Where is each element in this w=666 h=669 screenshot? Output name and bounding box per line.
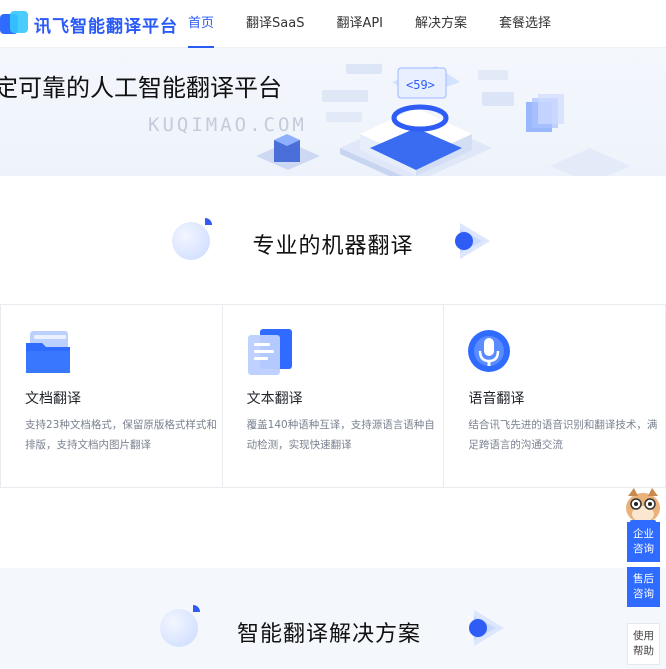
card-description: 结合讯飞先进的语音识别和翻译技术，满足跨语言的沟通交流 — [468, 419, 658, 451]
brand-name: 讯飞智能翻译平台 — [34, 16, 178, 37]
text-pages-icon — [247, 329, 292, 375]
aftersale-consult-button[interactable]: 售后 咨询 — [627, 567, 660, 607]
card-title: 语音翻译 — [468, 391, 525, 407]
top-header: 讯飞智能翻译平台 首页 翻译SaaS 翻译API 解决方案 套餐选择 — [0, 0, 666, 48]
nav-solutions[interactable]: 解决方案 — [415, 0, 467, 48]
section-machine-header: 专业的机器翻译 — [0, 211, 666, 271]
card-title: 文本翻译 — [246, 391, 303, 407]
usage-help-button[interactable]: 使用 帮助 — [627, 623, 660, 665]
nav-api[interactable]: 翻译API — [336, 0, 383, 48]
enterprise-consult-button[interactable]: 企业 咨询 — [627, 522, 660, 562]
card-document-translation[interactable]: 文档翻译 支持23种文档格式，保留原版格式样式和排版，支持文档内图片翻译 — [0, 304, 223, 488]
nav-home[interactable]: 首页 — [188, 0, 215, 48]
decor-play-icon — [469, 610, 504, 646]
enterprise-consult-label: 企业 咨询 — [633, 528, 654, 555]
card-description: 支持23种文档格式，保留原版格式样式和排版，支持文档内图片翻译 — [25, 419, 217, 451]
nav-plans[interactable]: 套餐选择 — [499, 0, 551, 48]
usage-help-label: 使用 帮助 — [633, 630, 654, 657]
card-title: 文档翻译 — [25, 391, 81, 407]
section-solutions-title: 智能翻译解决方案 — [236, 622, 421, 647]
section-solutions: 智能翻译解决方案 — [0, 568, 666, 669]
nav-saas[interactable]: 翻译SaaS — [246, 0, 304, 48]
document-folder-icon — [26, 331, 70, 373]
floating-contact-widget: 企业 咨询 售后 咨询 使用 帮助 — [620, 484, 666, 669]
section-machine-title: 专业的机器翻译 — [252, 234, 414, 259]
main-nav: 首页 翻译SaaS 翻译API 解决方案 套餐选择 — [188, 0, 583, 48]
translation-service-cards: 文档翻译 支持23种文档格式，保留原版格式样式和排版，支持文档内图片翻译 文本翻… — [0, 304, 666, 488]
hero-title: 定可靠的人工智能翻译平台 — [0, 74, 282, 102]
logo-icon — [0, 11, 30, 37]
decor-play-icon — [455, 223, 490, 259]
hero-illustration: <59> — [256, 64, 630, 176]
brand-logo[interactable]: 讯飞智能翻译平台 — [0, 8, 178, 40]
card-description: 覆盖140种语种互译，支持源语言语种自动检测，实现快速翻译 — [246, 419, 435, 451]
hero-banner: 定可靠的人工智能翻译平台 KUQIMAO.COM <59> — [0, 48, 666, 176]
aftersale-consult-label: 售后 咨询 — [633, 573, 654, 600]
card-text-translation[interactable]: 文本翻译 覆盖140种语种互译，支持源语言语种自动检测，实现快速翻译 — [221, 304, 445, 488]
card-speech-translation[interactable]: 语音翻译 结合讯飞先进的语音识别和翻译技术，满足跨语言的沟通交流 — [443, 304, 666, 488]
svg-text:<59>: <59> — [406, 78, 435, 92]
microphone-icon — [468, 330, 511, 372]
